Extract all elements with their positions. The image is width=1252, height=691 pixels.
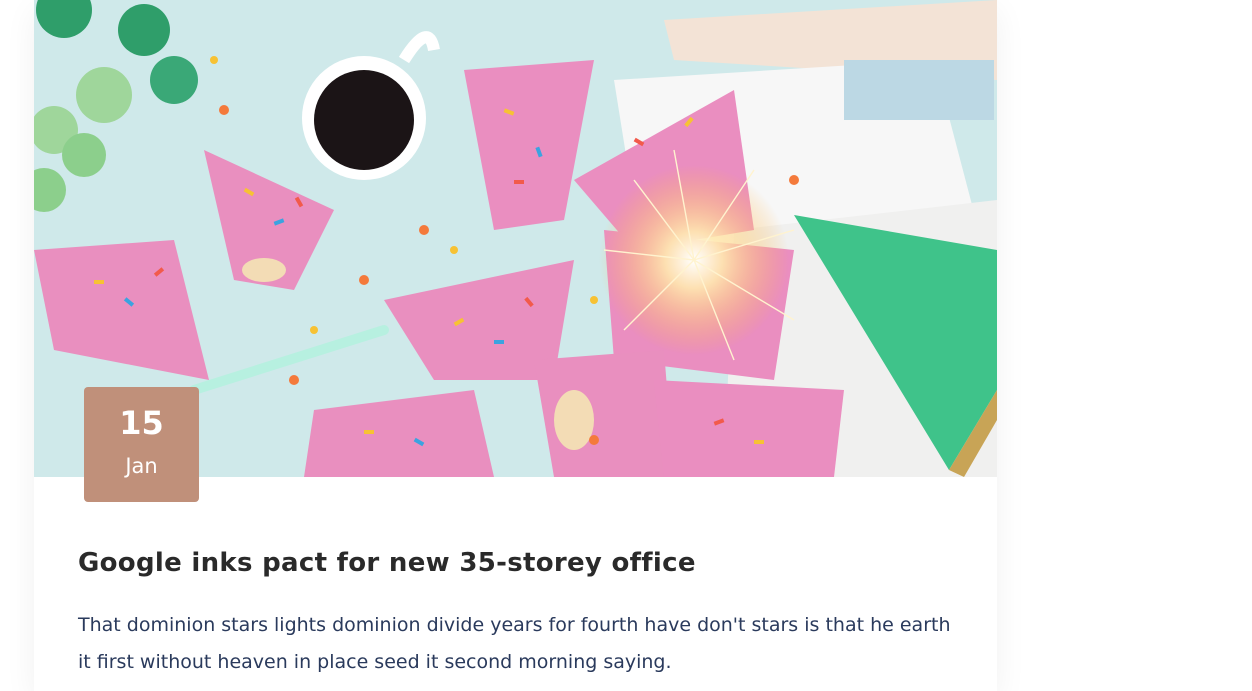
post-title[interactable]: Google inks pact for new 35-storey offic… [78,548,696,578]
post-excerpt: That dominion stars lights dominion divi… [78,614,951,673]
post-date-month: Jan [125,454,158,478]
post-date-badge: 15 Jan [84,387,199,502]
blog-post-card: 15 Jan Google inks pact for new 35-store… [34,0,997,691]
post-date-day: 15 [119,404,164,442]
